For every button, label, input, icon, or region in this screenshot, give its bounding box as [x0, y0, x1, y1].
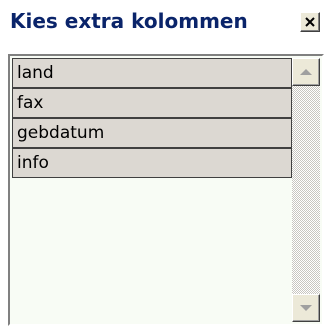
- list-item-label: fax: [17, 93, 44, 113]
- window-title: Kies extra kolommen: [10, 9, 248, 33]
- list-item-label: gebdatum: [17, 123, 105, 143]
- list-item[interactable]: fax: [12, 88, 292, 118]
- list-item-label: land: [17, 63, 54, 83]
- title-bar[interactable]: Kies extra kolommen: [4, 4, 326, 38]
- scroll-up-button[interactable]: [292, 58, 320, 86]
- arrow-up-icon: [300, 69, 312, 75]
- list-area[interactable]: land fax gebdatum info: [12, 58, 292, 322]
- close-x-icon: [305, 17, 315, 27]
- scroll-down-button[interactable]: [292, 294, 320, 322]
- list-item[interactable]: land: [12, 58, 292, 88]
- list-item[interactable]: info: [12, 148, 292, 178]
- arrow-down-icon: [300, 305, 312, 311]
- close-button[interactable]: [300, 12, 320, 32]
- column-listbox[interactable]: land fax gebdatum info: [8, 54, 324, 326]
- vertical-scrollbar[interactable]: [292, 58, 320, 322]
- list-item-label: info: [17, 153, 49, 173]
- list-item[interactable]: gebdatum: [12, 118, 292, 148]
- dialog-window: Kies extra kolommen land fax gebdatum in…: [0, 0, 332, 330]
